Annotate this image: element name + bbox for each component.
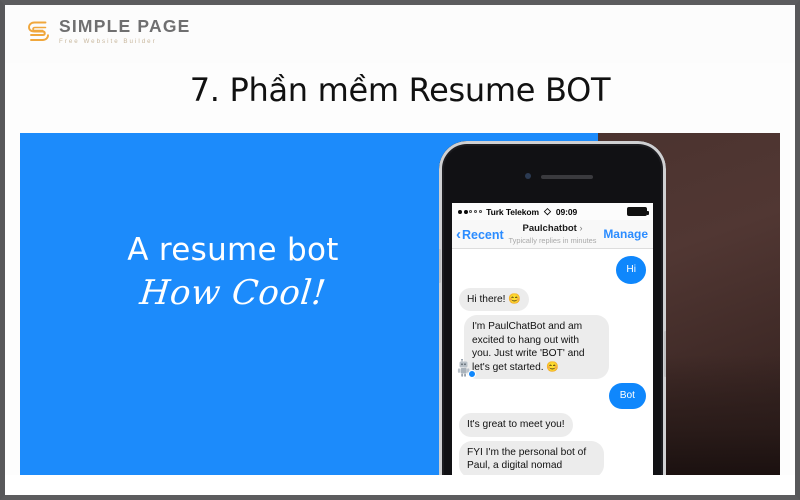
phone-mockup: Turk Telekom ◇ 09:09 ‹ Recent Paulchatbo… (439, 141, 666, 475)
headline-script: How Cool! (137, 273, 329, 314)
message-bubble-sent[interactable]: Hi (616, 256, 646, 284)
earpiece-speaker-icon (540, 175, 593, 179)
message-thread[interactable]: Hi Hi there! 😊 I'm PaulChatBot and am ex… (452, 249, 653, 475)
slide-image: A resume bot How Cool! Turk Telekom ◇ 09… (20, 133, 780, 475)
manage-button[interactable]: Manage (603, 227, 653, 241)
battery-full-icon (627, 207, 649, 216)
message-row: Hi there! 😊 (459, 287, 646, 312)
chevron-right-icon: › (579, 223, 583, 233)
message-row: FYI I'm the personal bot of Paul, a digi… (459, 440, 646, 475)
message-row: It's great to meet you! (459, 412, 646, 437)
message-bubble-received[interactable]: It's great to meet you! (459, 412, 573, 437)
message-row: I'm PaulChatBot and am excited to hang o… (457, 315, 646, 380)
status-clock: 09:09 (555, 206, 578, 217)
brand-tagline: Free Website Builder (59, 37, 157, 45)
message-bubble-received[interactable]: FYI I'm the personal bot of Paul, a digi… (459, 440, 604, 475)
status-bar: Turk Telekom ◇ 09:09 (452, 203, 653, 220)
phone-top-bezel (439, 149, 666, 203)
phone-silent-switch (439, 249, 441, 283)
phone-power-button (664, 331, 666, 377)
message-bubble-received[interactable]: Hi there! 😊 (459, 287, 530, 312)
back-label: Recent (462, 227, 504, 242)
message-row: Bot (459, 383, 646, 409)
message-row: Hi (459, 256, 646, 284)
chat-navbar: ‹ Recent Paulchatbot › Typically replies… (452, 220, 653, 249)
signal-strength-icon (458, 209, 483, 214)
carrier-name: Turk Telekom (486, 206, 539, 217)
phone-screen: Turk Telekom ◇ 09:09 ‹ Recent Paulchatbo… (452, 203, 653, 475)
back-to-recent-button[interactable]: ‹ Recent (452, 227, 504, 242)
chevron-left-icon: ‹ (456, 225, 461, 243)
message-with-avatar: I'm PaulChatBot and am excited to hang o… (457, 315, 609, 380)
message-bubble-sent[interactable]: Bot (608, 383, 646, 409)
brand-logo-text: SIMPLE PAGE Free Website Builder (59, 18, 191, 45)
footer-whitespace (5, 475, 795, 495)
page-title: 7. Phần mềm Resume BOT (189, 71, 611, 109)
wifi-icon: ◇ (543, 206, 551, 216)
brand-name: SIMPLE PAGE (59, 16, 191, 37)
front-camera-icon (524, 173, 531, 179)
brand-logo: SIMPLE PAGE Free Website Builder (25, 18, 191, 45)
headline-primary: A resume bot (127, 232, 339, 268)
s-letter-logo-icon (25, 18, 52, 45)
slide-page: SIMPLE PAGE Free Website Builder 7. Phần… (0, 0, 800, 500)
robot-avatar-icon (457, 358, 476, 379)
page-header: SIMPLE PAGE Free Website Builder (5, 5, 795, 63)
message-bubble-received[interactable]: I'm PaulChatBot and am excited to hang o… (464, 315, 609, 380)
blue-panel-copy: A resume bot How Cool! (48, 233, 418, 313)
